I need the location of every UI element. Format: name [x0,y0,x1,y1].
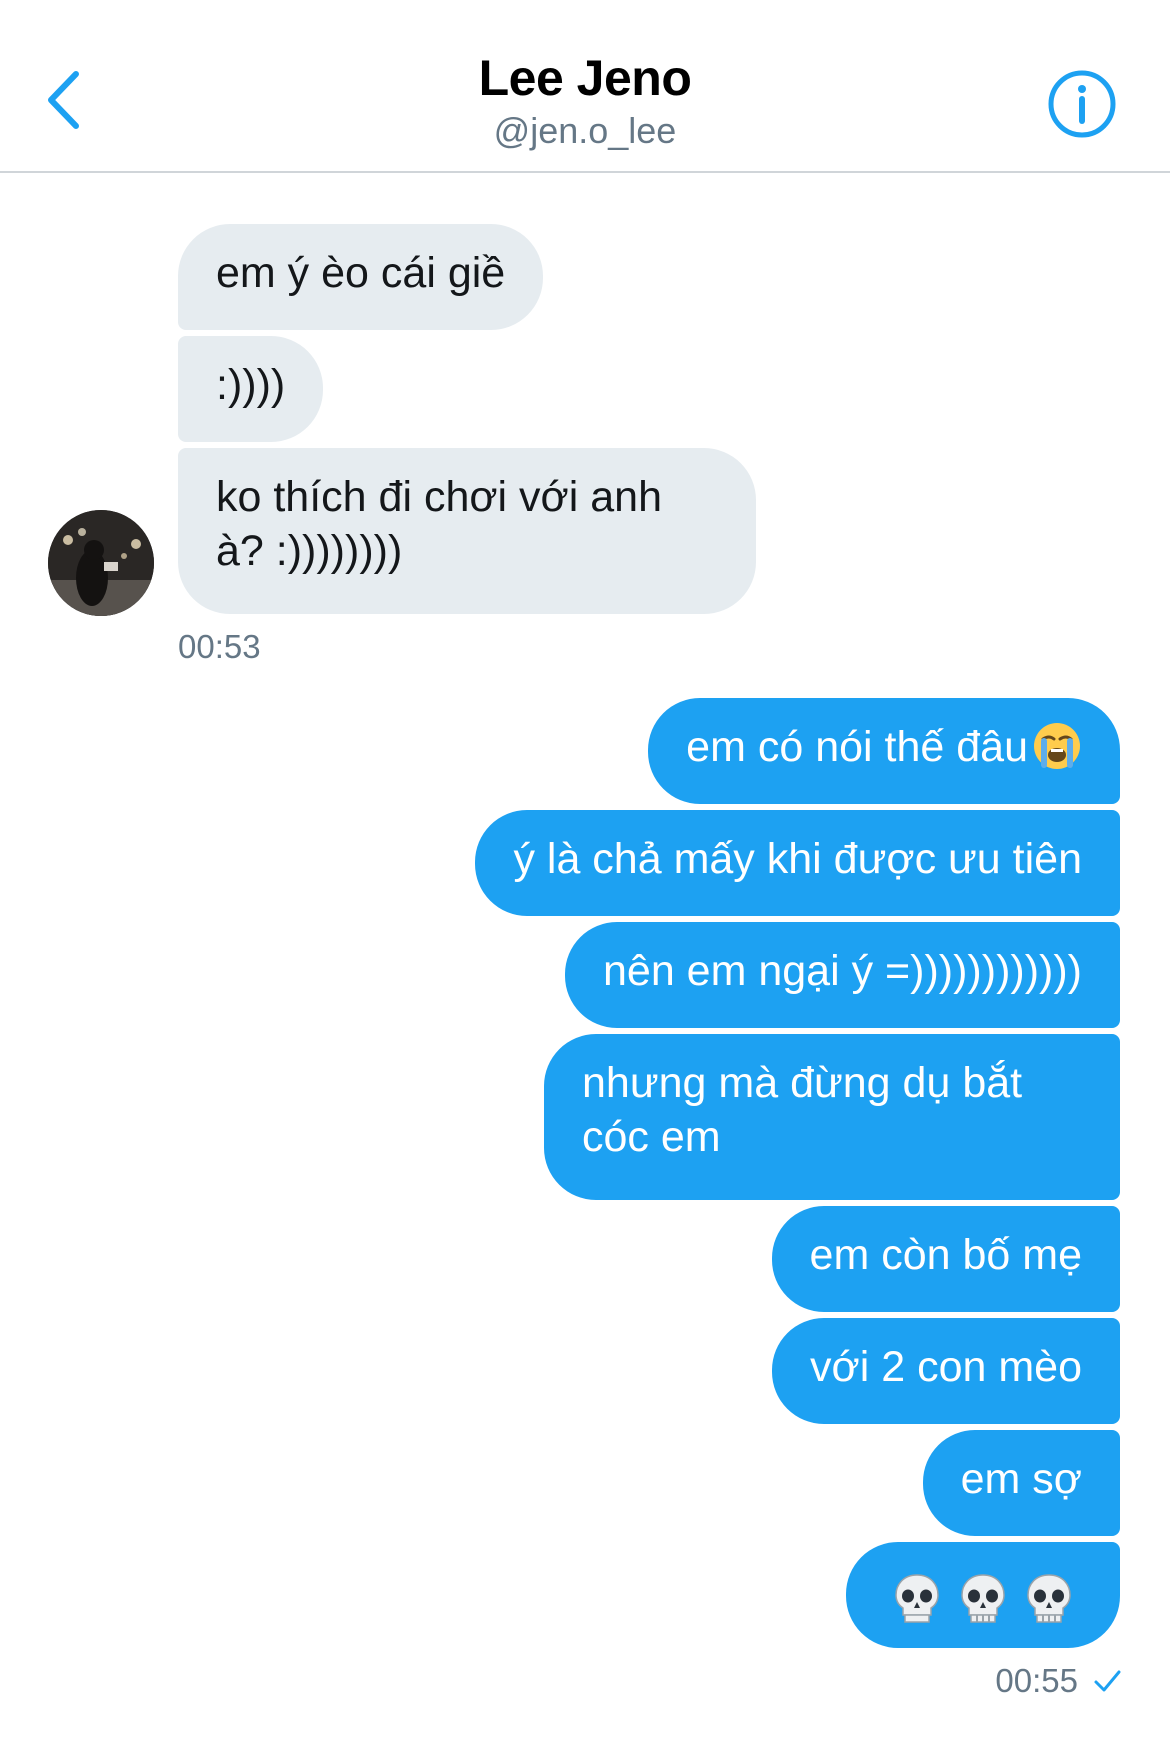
sent-message[interactable]: ý là chả mấy khi được ưu tiên [475,810,1120,916]
message-text: em ý èo cái giề [216,249,506,297]
contact-handle: @jen.o_lee [493,110,677,151]
message-text: ko thích đi chơi với anh [216,473,662,521]
message-text: nhưng mà đừng dụ bắt [582,1059,1023,1107]
info-button[interactable] [1046,68,1118,140]
info-icon [1048,70,1116,138]
message-text: em có nói thế đâu [686,723,1028,771]
skull-emoji [961,1573,1005,1623]
message-text: cóc em [582,1113,721,1161]
sent-message[interactable]: em có nói thế đâu [648,698,1120,804]
avatar[interactable] [48,510,154,616]
received-message[interactable]: :)))) [178,336,324,442]
sent-message[interactable]: em sợ [922,1430,1120,1536]
contact-name: Lee Jeno [478,50,692,106]
received-message[interactable]: ko thích đi chơi với anh à? :)))))))) [178,448,756,614]
message-timestamp: 00:55 [995,1662,1078,1699]
message-text: với 2 con mèo [810,1343,1082,1391]
sent-message[interactable]: với 2 con mèo [772,1318,1120,1424]
sent-message[interactable]: nên em ngại ý =)))))))))))) [564,922,1120,1028]
message-text: em còn bố mẹ [809,1231,1082,1279]
avatar-photo [48,510,154,616]
sent-message[interactable]: nhưng mà đừng dụ bắt cóc em [544,1034,1120,1200]
checkmark-icon [1094,1670,1121,1692]
message-text: ý là chả mấy khi được ưu tiên [513,835,1082,883]
skull-emoji [1027,1573,1071,1623]
skull-emoji [895,1573,939,1623]
message-text: à? :)))))))) [216,527,403,575]
message-text: nên em ngại ý =)))))))))))) [602,947,1082,995]
message-timestamp: 00:53 [178,628,261,665]
sent-message[interactable] [846,1542,1120,1648]
conversation-title[interactable]: Lee Jeno @jen.o_lee [0,48,1170,154]
sent-message[interactable]: em còn bố mẹ [771,1206,1120,1312]
conversation-header: Lee Jeno @jen.o_lee [0,0,1170,173]
message-text: em sợ [960,1455,1082,1503]
received-message[interactable]: em ý èo cái giề [178,224,544,330]
loudly-crying-face-emoji [1034,723,1080,769]
message-status: 00:55 [995,1662,1122,1700]
message-text: :)))) [216,361,286,409]
